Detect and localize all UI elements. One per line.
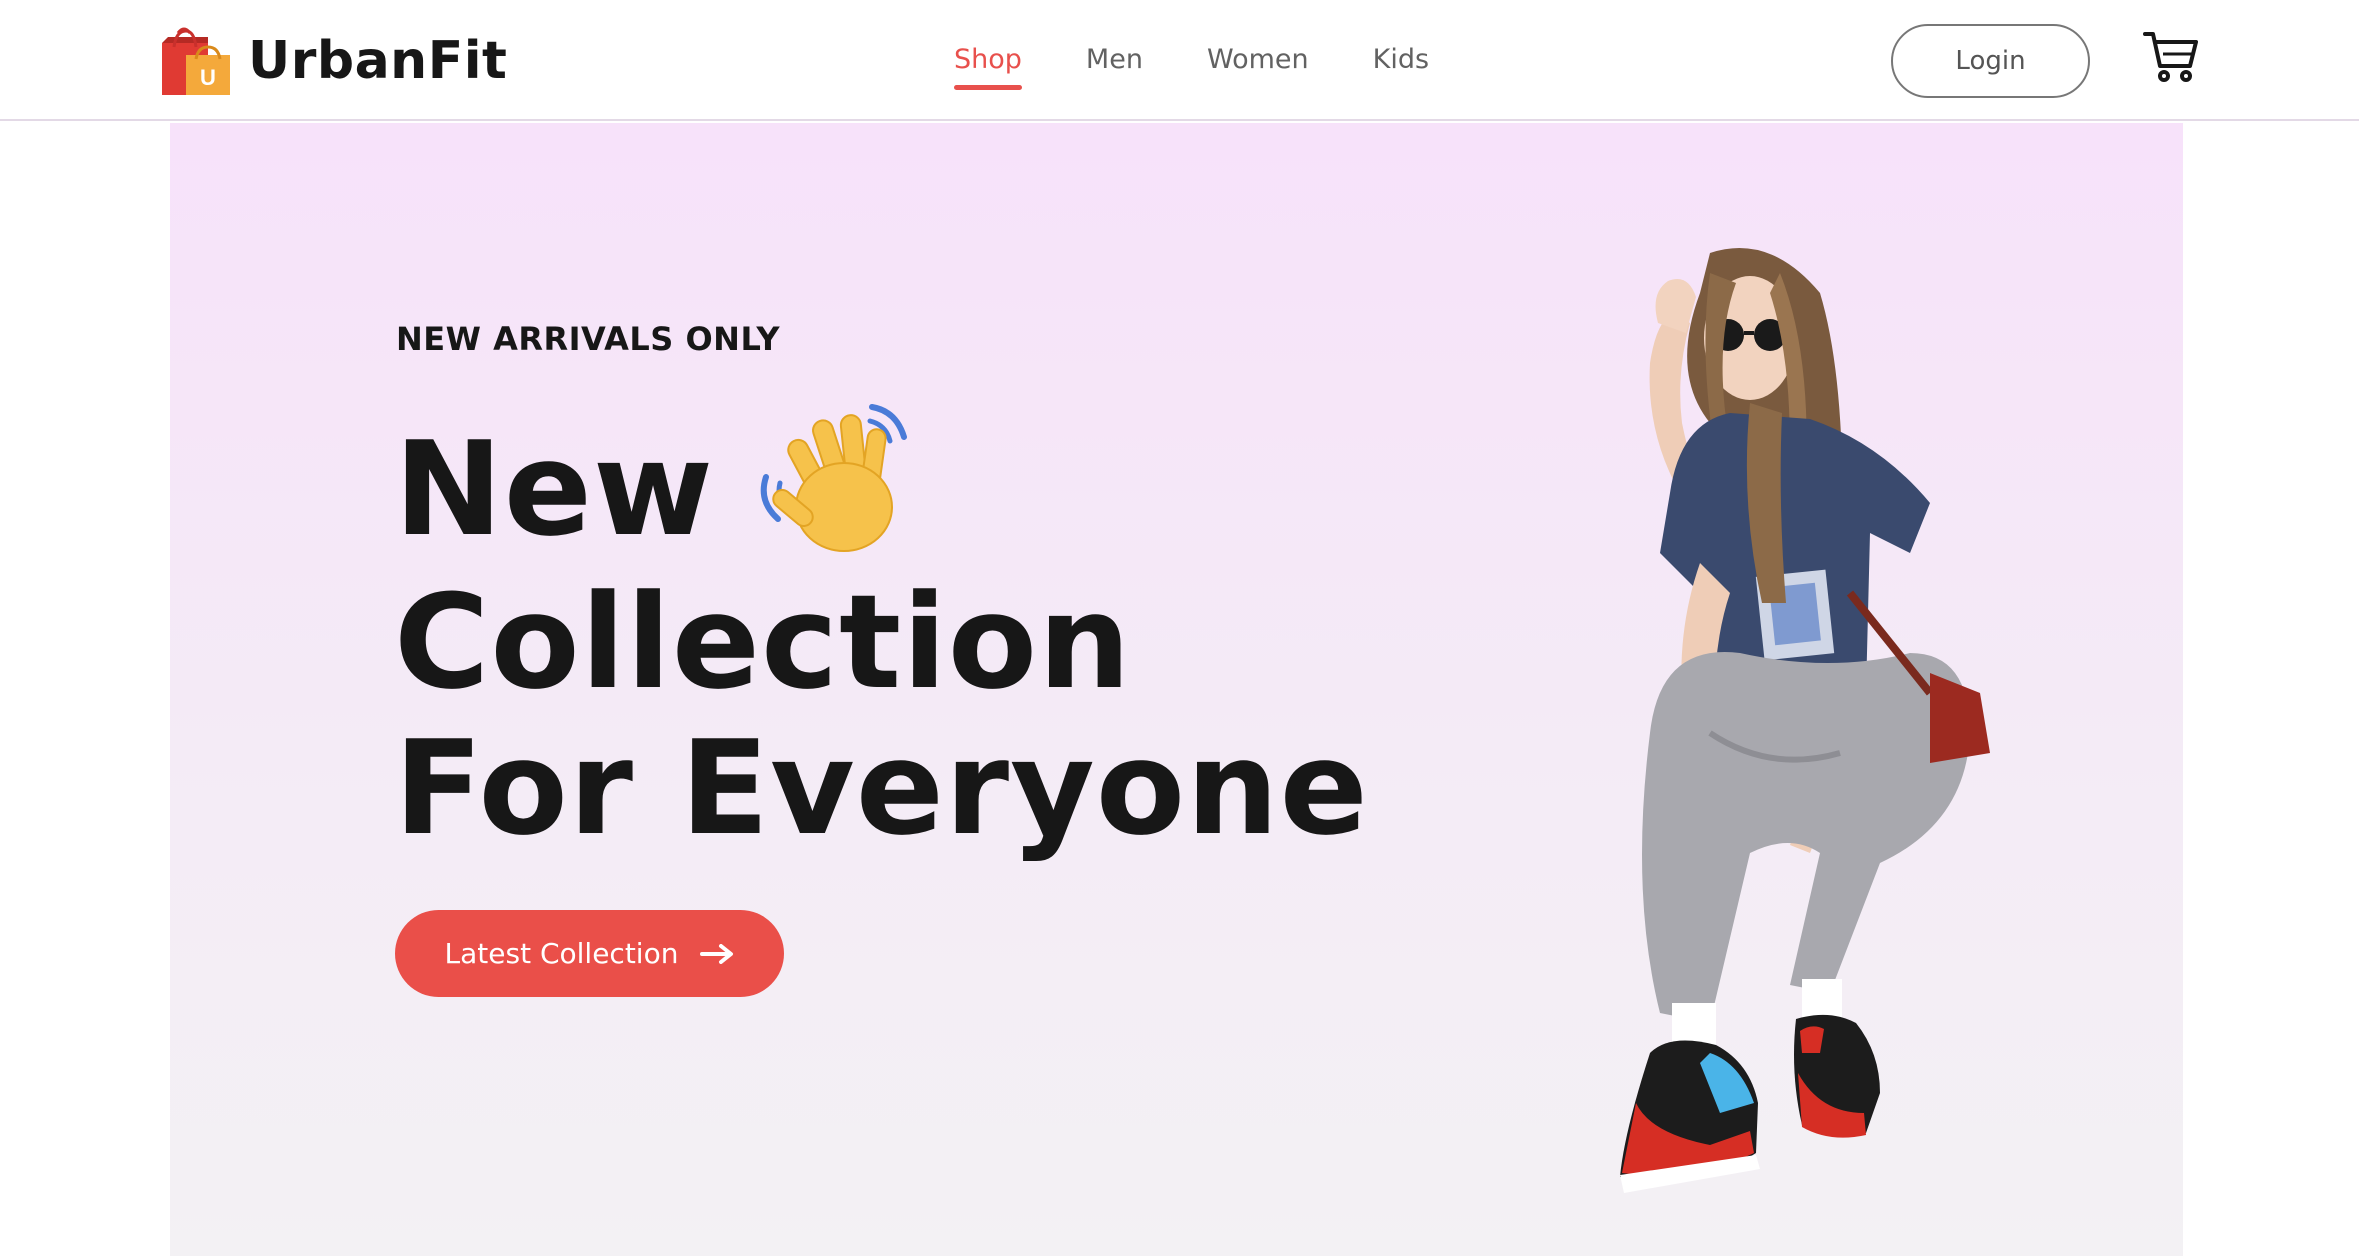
logo-letter: U [200, 65, 216, 90]
headline-line-3: For Everyone [394, 712, 1369, 864]
waving-hand-icon [760, 404, 908, 552]
login-button[interactable]: Login [1891, 24, 2090, 98]
nav-item-women[interactable]: Women [1207, 40, 1309, 86]
brand[interactable]: U UrbanFit [158, 26, 507, 96]
headline-line-1: New [394, 413, 715, 565]
model-photo [1620, 248, 1990, 1193]
cart-icon[interactable] [2143, 28, 2199, 84]
headline-row-3: For Everyone [394, 715, 1369, 861]
hero-eyebrow: NEW ARRIVALS ONLY [396, 320, 781, 358]
cta-label: Latest Collection [444, 937, 679, 970]
headline-row-1: New [394, 404, 1369, 569]
hero-headline: New Collection For Everyone [394, 404, 1369, 861]
headline-row-2: Collection [394, 569, 1369, 715]
nav-item-men[interactable]: Men [1086, 40, 1143, 86]
latest-collection-button[interactable]: Latest Collection [395, 910, 784, 997]
navbar: U UrbanFit Shop Men Women Kids Login [0, 0, 2359, 121]
arrow-right-icon [700, 943, 734, 964]
shopping-bag-icon: U [162, 27, 230, 95]
nav-item-shop[interactable]: Shop [954, 40, 1022, 90]
brand-name: UrbanFit [248, 31, 508, 91]
nav-item-kids[interactable]: Kids [1373, 40, 1429, 86]
main-nav: Shop Men Women Kids [954, 40, 1429, 90]
hero-section: NEW ARRIVALS ONLY New Collection For Eve… [170, 123, 2183, 1256]
headline-line-2: Collection [394, 566, 1132, 718]
